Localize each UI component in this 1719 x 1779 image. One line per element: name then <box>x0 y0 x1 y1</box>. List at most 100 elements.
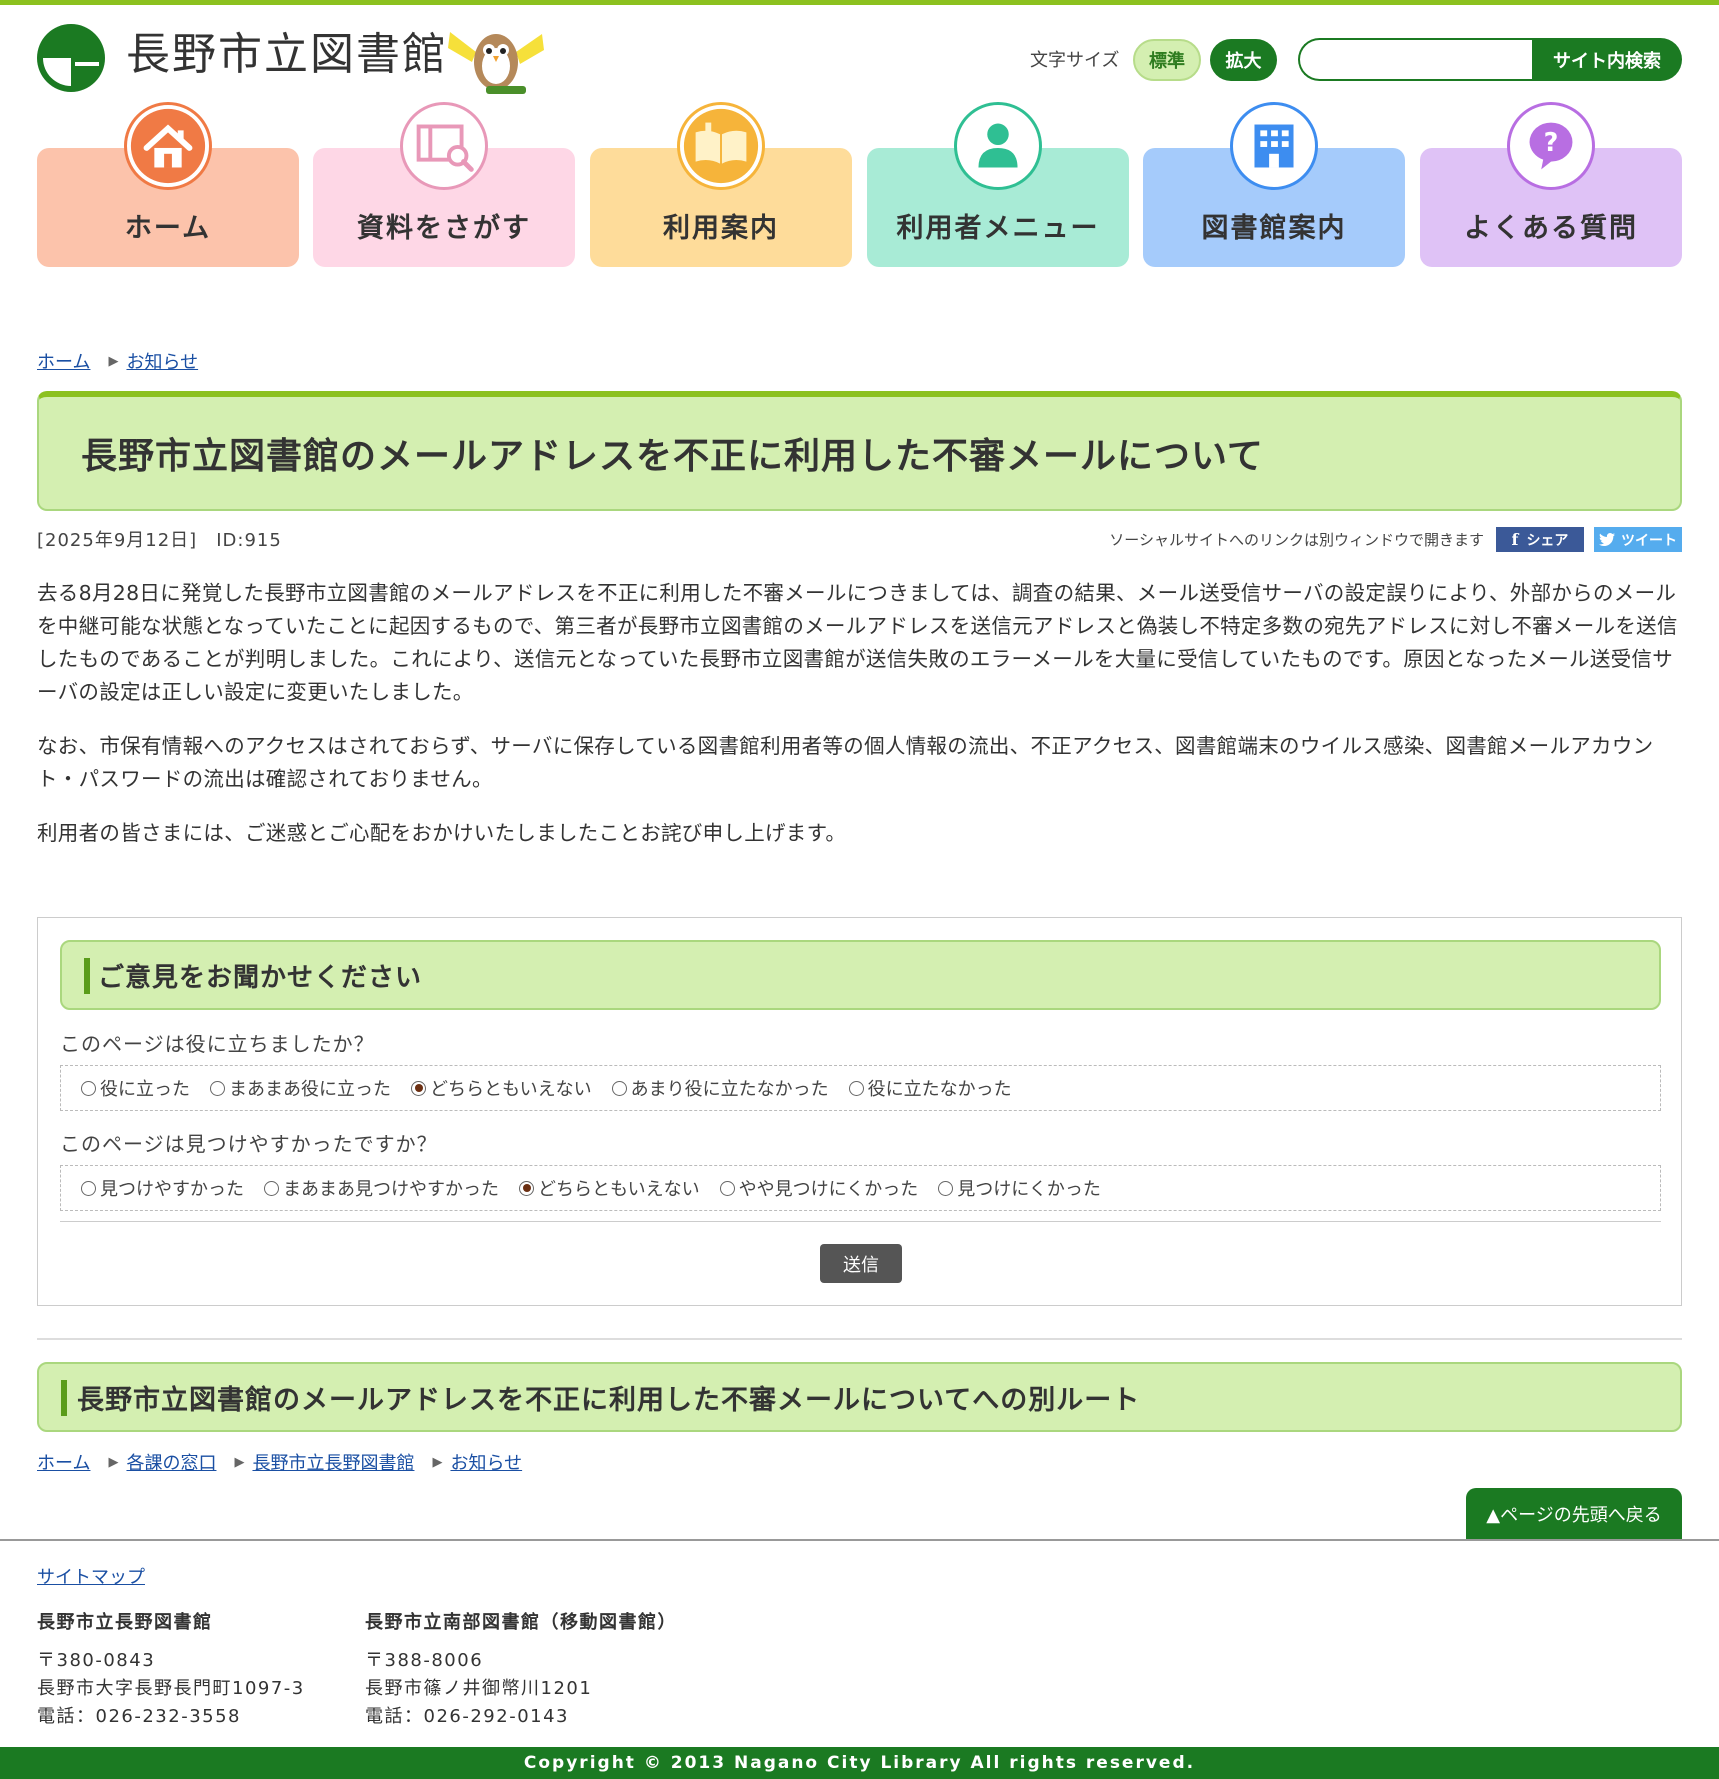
submit-button[interactable]: 送信 <box>820 1244 902 1283</box>
facebook-share-button[interactable]: f シェア <box>1496 527 1584 552</box>
divider <box>37 1338 1682 1340</box>
share-label: シェア <box>1526 532 1569 549</box>
font-size-standard-button[interactable]: 標準 <box>1133 39 1201 81</box>
social-links: ソーシャルサイトへのリンクは別ウィンドウで開きます f シェア ツイート <box>1109 527 1682 552</box>
social-note: ソーシャルサイトへのリンクは別ウィンドウで開きます <box>1109 531 1484 549</box>
radio-button[interactable] <box>81 1180 96 1196</box>
library-zip: 〒388-8006 <box>365 1650 484 1671</box>
twitter-tweet-button[interactable]: ツイート <box>1594 527 1682 552</box>
alternate-route-breadcrumb: ホーム ▶ 各課の窓口 ▶ 長野市立長野図書館 ▶ お知らせ <box>37 1449 522 1475</box>
twitter-bird-icon <box>1599 533 1615 546</box>
library-address: 長野市篠ノ井御幣川1201 <box>365 1678 593 1699</box>
nav-label: 利用者メニュー <box>896 213 1100 244</box>
radio-button[interactable] <box>848 1080 864 1096</box>
nav-label: 図書館案内 <box>1201 213 1347 244</box>
user-icon <box>954 102 1042 190</box>
nav-faq[interactable]: ? よくある質問 <box>1420 102 1682 267</box>
alternate-route-heading-box: 長野市立図書館のメールアドレスを不正に利用した不審メールについてへの別ルート <box>37 1362 1682 1432</box>
question-useful-label: このページは役に立ちましたか？ <box>60 1032 375 1056</box>
alternate-route-heading: 長野市立図書館のメールアドレスを不正に利用した不審メールについてへの別ルート <box>77 1384 1141 1416</box>
radio-button-selected[interactable] <box>411 1080 426 1096</box>
page-title: 長野市立図書館のメールアドレスを不正に利用した不審メールについて <box>81 436 1264 477</box>
tweet-label: ツイート <box>1621 532 1677 549</box>
radio-useful-option[interactable]: 役に立った <box>81 1075 190 1101</box>
library-address: 長野市大字長野長門町1097-3 <box>37 1678 305 1699</box>
route-link-nagano-library[interactable]: 長野市立長野図書館 <box>252 1449 414 1475</box>
global-nav: ホーム 資料をさがす 利用案内 利用者メニュー 図書館案内 ? よくある質問 <box>37 100 1682 270</box>
breadcrumb-separator-icon: ▶ <box>234 1454 245 1470</box>
back-to-top-button[interactable]: ▲ページの先頭へ戻る <box>1466 1488 1682 1540</box>
feedback-heading-box: ご意見をお聞かせください <box>60 940 1661 1010</box>
radio-findable-option[interactable]: どちらともいえない <box>519 1175 700 1201</box>
page-title-box: 長野市立図書館のメールアドレスを不正に利用した不審メールについて <box>37 391 1682 511</box>
article-paragraph: なお、市保有情報へのアクセスはされておらず、サーバに保存している図書館利用者等の… <box>37 734 1654 791</box>
breadcrumb: ホーム ▶ お知らせ <box>37 348 198 374</box>
nav-search-materials[interactable]: 資料をさがす <box>313 102 575 267</box>
question-useful-options: 役に立った まあまあ役に立った どちらともいえない あまり役に立たなかった 役に… <box>60 1065 1661 1111</box>
breadcrumb-separator-icon: ▶ <box>108 1454 119 1470</box>
library-name: 長野市立南部図書館（移動図書館） <box>365 1612 677 1633</box>
nav-label: ホーム <box>124 213 212 244</box>
nav-label: 利用案内 <box>663 213 779 244</box>
footer-library-info: 長野市立長野図書館 〒380-0843 長野市大字長野長門町1097-3 電話：… <box>37 1609 305 1731</box>
article-meta: [2025年9月12日] ID:915 <box>37 530 282 551</box>
feedback-heading: ご意見をお聞かせください <box>98 962 423 993</box>
radio-findable-option[interactable]: まあまあ見つけやすかった <box>264 1175 499 1201</box>
owl-mascot-icon <box>448 32 544 94</box>
radio-button[interactable] <box>81 1080 96 1096</box>
building-icon <box>1230 102 1318 190</box>
site-search-button[interactable]: サイト内検索 <box>1532 38 1682 81</box>
route-link-news[interactable]: お知らせ <box>450 1449 522 1475</box>
nav-label: よくある質問 <box>1464 213 1638 244</box>
font-size-large-button[interactable]: 拡大 <box>1210 39 1277 81</box>
radio-button-selected[interactable] <box>519 1180 534 1196</box>
home-icon <box>124 102 212 190</box>
nav-home[interactable]: ホーム <box>37 102 299 267</box>
font-size-label: 文字サイズ <box>1030 50 1120 71</box>
radio-button[interactable] <box>611 1080 627 1096</box>
route-link-home[interactable]: ホーム <box>37 1449 90 1475</box>
site-header: 長野市立図書館 文字サイズ 標準 拡大 サイト内検索 <box>0 5 1719 100</box>
nav-usage-guide[interactable]: 利用案内 <box>590 102 852 267</box>
route-link-departments[interactable]: 各課の窓口 <box>126 1449 216 1475</box>
facebook-icon: f <box>1511 530 1519 549</box>
library-phone: 電話：026-292-0143 <box>365 1706 570 1727</box>
nav-library-info[interactable]: 図書館案内 <box>1143 102 1405 267</box>
svg-text:?: ? <box>1544 127 1559 157</box>
radio-useful-option[interactable]: あまり役に立たなかった <box>611 1075 829 1101</box>
radio-button[interactable] <box>719 1180 735 1196</box>
library-zip: 〒380-0843 <box>37 1650 156 1671</box>
radio-useful-option[interactable]: 役に立たなかった <box>848 1075 1012 1101</box>
radio-button[interactable] <box>210 1080 225 1096</box>
nav-label: 資料をさがす <box>357 213 531 244</box>
sitemap-link[interactable]: サイトマップ <box>37 1563 145 1589</box>
question-icon: ? <box>1507 102 1595 190</box>
question-findable-label: このページは見つけやすかったですか？ <box>60 1132 438 1156</box>
breadcrumb-link-home[interactable]: ホーム <box>37 348 90 374</box>
footer-divider <box>0 1539 1719 1541</box>
radio-findable-option[interactable]: 見つけにくかった <box>938 1175 1101 1201</box>
radio-findable-option[interactable]: やや見つけにくかった <box>719 1175 918 1201</box>
radio-useful-option[interactable]: まあまあ役に立った <box>210 1075 391 1101</box>
breadcrumb-separator-icon: ▶ <box>432 1454 443 1470</box>
breadcrumb-separator-icon: ▶ <box>108 353 119 369</box>
radio-button[interactable] <box>264 1180 279 1196</box>
radio-button[interactable] <box>938 1180 954 1196</box>
site-title[interactable]: 長野市立図書館 <box>126 25 448 85</box>
library-name: 長野市立長野図書館 <box>37 1612 213 1633</box>
footer-library-info: 長野市立南部図書館（移動図書館） 〒388-8006 長野市篠ノ井御幣川1201… <box>365 1609 677 1731</box>
divider <box>60 1221 1661 1222</box>
nav-user-menu[interactable]: 利用者メニュー <box>867 102 1129 267</box>
radio-useful-option[interactable]: どちらともいえない <box>411 1075 592 1101</box>
library-phone: 電話：026-232-3558 <box>37 1706 242 1727</box>
library-logo-icon[interactable] <box>37 24 105 92</box>
site-search-input[interactable] <box>1298 38 1534 81</box>
copyright-bar: Copyright © 2013 Nagano City Library All… <box>0 1747 1719 1779</box>
book-search-icon <box>400 102 488 190</box>
question-findable-options: 見つけやすかった まあまあ見つけやすかった どちらともいえない やや見つけにくか… <box>60 1165 1661 1211</box>
breadcrumb-link-news[interactable]: お知らせ <box>126 348 198 374</box>
radio-findable-option[interactable]: 見つけやすかった <box>81 1175 244 1201</box>
feedback-form: ご意見をお聞かせください このページは役に立ちましたか？ 役に立った まあまあ役… <box>37 917 1682 1306</box>
open-book-icon <box>677 102 765 190</box>
article-paragraph: 利用者の皆さまには、ご迷惑とご心配をおかけいたしましたことお詫び申し上げます。 <box>37 821 847 845</box>
